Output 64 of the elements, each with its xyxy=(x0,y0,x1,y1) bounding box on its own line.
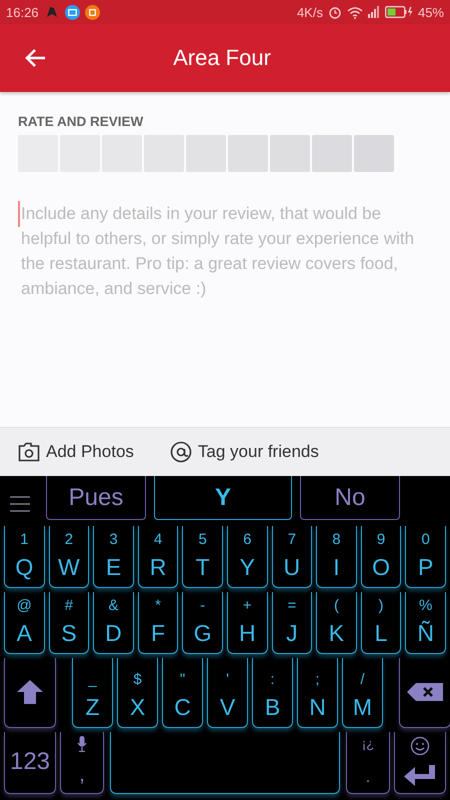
keyboard-key[interactable]: - G xyxy=(182,592,223,654)
status-time: 16:26 xyxy=(6,4,39,20)
keyboard-key[interactable]: : B xyxy=(252,658,293,728)
action-button[interactable]: Add Photos xyxy=(18,442,134,462)
keyboard-key[interactable]: 0 P xyxy=(405,526,446,588)
menu-icon[interactable] xyxy=(10,496,30,512)
rating-box[interactable] xyxy=(312,135,352,172)
rating-box[interactable] xyxy=(186,135,226,172)
suggestion-chip[interactable]: No xyxy=(300,476,400,520)
keyboard-key[interactable]: % Ñ xyxy=(405,592,446,654)
keyboard-key[interactable]: * F xyxy=(138,592,178,654)
keyboard-key[interactable]: 2 W xyxy=(48,526,90,588)
keyboard-key[interactable]: 4 R xyxy=(138,526,178,588)
app-icon xyxy=(64,4,80,20)
keyboard-key[interactable]: & D xyxy=(93,592,134,654)
keyboard-key[interactable]: _ Z xyxy=(72,658,113,728)
keyboard-key[interactable]: ( K xyxy=(316,592,357,654)
network-speed: 4K/s xyxy=(296,4,323,20)
keyboard-key[interactable]: 8 I xyxy=(316,526,357,588)
rating-box[interactable] xyxy=(228,135,268,172)
enter-icon xyxy=(404,765,436,787)
signal-icon xyxy=(368,6,380,18)
keyboard-key[interactable]: = J xyxy=(272,592,312,654)
keyboard-key[interactable]: 123 xyxy=(4,732,56,794)
suggestion-chip[interactable]: Pues xyxy=(46,476,146,520)
battery-percent: 45% xyxy=(418,4,444,20)
at-sign-icon xyxy=(170,441,192,463)
app-icon xyxy=(84,4,100,20)
keyboard-key[interactable]: + H xyxy=(226,592,268,654)
keyboard-key[interactable] xyxy=(399,658,450,728)
keyboard-key[interactable]: @ A xyxy=(4,592,45,654)
keyboard-key[interactable]: 7 U xyxy=(272,526,312,588)
rating-box[interactable] xyxy=(354,135,394,172)
keyboard-key[interactable]: ' V xyxy=(207,658,248,728)
suggestion-chip[interactable]: Y xyxy=(154,476,292,520)
screen-title: Area Four xyxy=(172,45,272,71)
camera-icon xyxy=(18,442,40,462)
smiley-icon xyxy=(410,736,430,756)
section-label: RATE AND REVIEW xyxy=(18,114,144,129)
action-button[interactable]: Tag your friends xyxy=(170,441,319,463)
keyboard-key[interactable]: ) L xyxy=(360,592,402,654)
keyboard-key[interactable]: 3 E xyxy=(93,526,134,588)
keyboard-key[interactable]: 9 O xyxy=(360,526,402,588)
keyboard-key[interactable]: ¡¿ . xyxy=(346,732,390,794)
keyboard-key[interactable] xyxy=(110,732,340,794)
keyboard-key[interactable] xyxy=(394,732,446,794)
keyboard-key[interactable] xyxy=(4,658,56,728)
back-arrow-icon xyxy=(24,48,46,68)
keyboard-key[interactable]: , xyxy=(60,732,104,794)
alarm-icon xyxy=(328,5,342,19)
keyboard-key[interactable]: 1 Q xyxy=(4,526,45,588)
keyboard-key[interactable]: $ X xyxy=(117,658,158,728)
keyboard-key[interactable]: 6 Y xyxy=(226,526,268,588)
microphone-icon xyxy=(77,736,87,752)
keyboard-key[interactable]: " C xyxy=(162,658,203,728)
battery-icon xyxy=(384,6,413,18)
keyboard-key[interactable]: / M xyxy=(342,658,383,728)
keyboard-key[interactable]: 5 T xyxy=(182,526,223,588)
rating-box[interactable] xyxy=(270,135,310,172)
wifi-icon xyxy=(346,6,363,18)
keyboard-key[interactable]: # S xyxy=(48,592,90,654)
shift-icon xyxy=(16,678,44,704)
keyboard-key[interactable]: ; N xyxy=(297,658,338,728)
backspace-icon xyxy=(407,682,443,700)
